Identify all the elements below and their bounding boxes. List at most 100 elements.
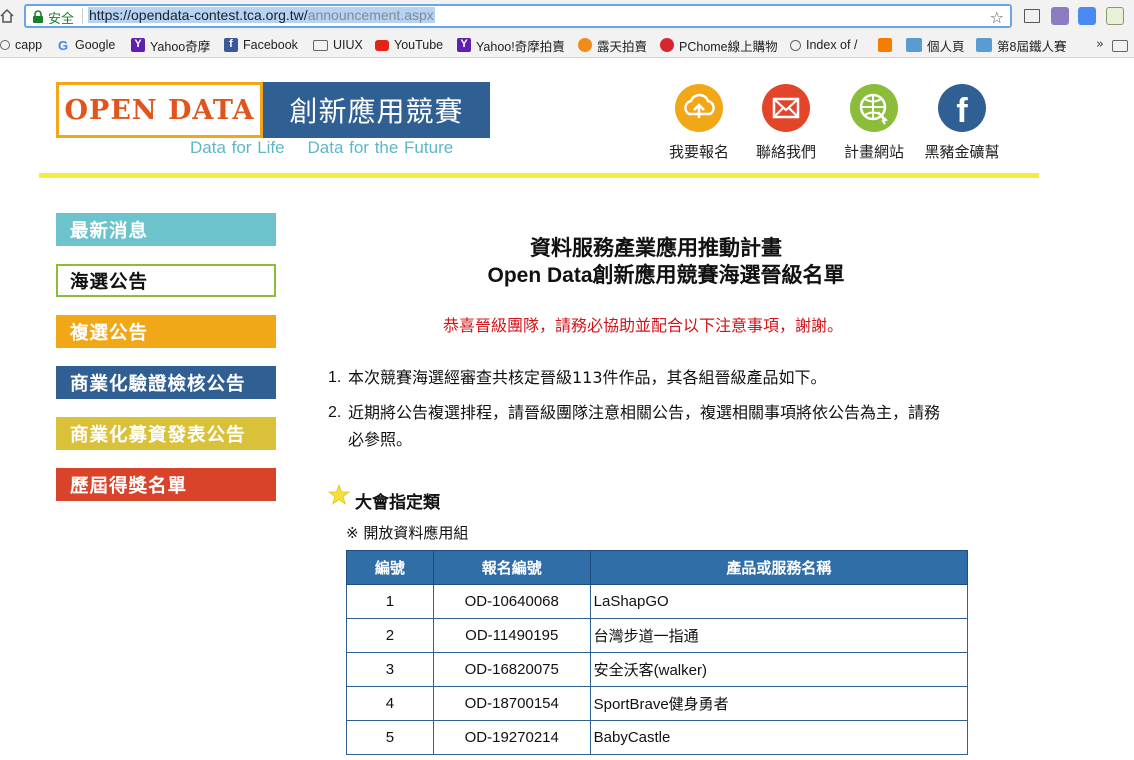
bookmark-star-icon[interactable]: ☆ [990, 8, 1004, 27]
table-row: 4 OD-18700154 SportBrave健身勇者 [346, 686, 969, 721]
star-icon [328, 484, 350, 506]
sidebar-item-label: 複選公告 [70, 322, 149, 344]
blogger-icon [878, 38, 892, 52]
facebook-fanpage-button[interactable]: f 黑豬金礦幫 [922, 84, 1002, 162]
cell-registration-id: OD-11490195 [432, 618, 591, 653]
bookmark-ruten[interactable]: 露天拍賣 [578, 36, 647, 54]
sidebar-item-label: 商業化驗證檢核公告 [70, 373, 246, 395]
bookmark-google[interactable]: G Google [58, 36, 115, 54]
bookmark-uiux[interactable]: UIUX [313, 36, 363, 54]
bookmark-label: Yahoo!奇摩拍賣 [476, 39, 565, 54]
facebook-icon: f [938, 84, 986, 132]
cell-registration-id: OD-16820075 [432, 652, 591, 687]
table-row: 1 OD-10640068 LaShapGO [346, 584, 969, 619]
logo-contest: 創新應用競賽 [263, 82, 490, 138]
bookmark-ironman[interactable]: 第8屆鐵人賽 [976, 36, 1066, 54]
cell-number: 4 [346, 686, 434, 721]
address-bar[interactable]: 安全 https://opendata-contest.tca.org.tw/a… [24, 4, 1012, 28]
bookmarks-bar: capp G Google Y Yahoo奇摩 f Facebook UIUX You… [0, 32, 1134, 58]
extension-note-icon[interactable] [1106, 7, 1124, 25]
extension-grid-icon[interactable] [1051, 7, 1069, 25]
project-site-button[interactable]: 計畫網站 [834, 84, 914, 162]
sidebar-item-semifinal[interactable]: 複選公告 [56, 315, 276, 348]
site-icon [906, 38, 922, 52]
bookmark-pchome[interactable]: PChome線上購物 [660, 36, 778, 54]
site-logo[interactable]: OPEN DATA 創新應用競賽 [56, 82, 490, 138]
fullscreen-icon[interactable] [1024, 9, 1040, 23]
contact-button[interactable]: 聯絡我們 [746, 84, 826, 162]
column-header-registration-id: 報名編號 [432, 550, 591, 585]
bookmark-label: 個人頁 [927, 39, 965, 54]
site-tagline: Data for Life Data for the Future [190, 138, 454, 157]
secure-label: 安全 [48, 11, 75, 26]
page-subtitle: Open Data創新應用競賽海選晉級名單 [487, 264, 845, 287]
sidebar-item-commercial-verification[interactable]: 商業化驗證檢核公告 [56, 366, 276, 399]
cell-registration-id: OD-10640068 [432, 584, 591, 619]
column-header-product-name: 產品或服務名稱 [589, 550, 969, 585]
bookmark-blogger[interactable] [878, 36, 897, 54]
list-item-text: 本次競賽海選經審查共核定晉級113件作品，其各組晉級產品如下。 [348, 368, 827, 387]
bookmark-label: 露天拍賣 [597, 39, 648, 54]
sidebar-item-label: 最新消息 [70, 220, 149, 242]
cell-product-name: 台灣步道一指通 [589, 618, 969, 653]
bookmark-youtube[interactable]: YouTube [375, 36, 443, 54]
bookmark-facebook[interactable]: f Facebook [224, 36, 298, 54]
table-header-row: 編號 報名編號 產品或服務名稱 [346, 550, 969, 585]
register-label: 我要報名 [668, 143, 729, 161]
home-icon[interactable] [0, 8, 14, 24]
bookmark-label: Facebook [243, 38, 298, 52]
google-icon: G [58, 38, 69, 53]
bookmarks-more-button[interactable]: » [1096, 37, 1104, 52]
sidebar-item-label: 商業化募資發表公告 [70, 424, 246, 446]
sidebar-item-label: 海選公告 [70, 271, 149, 293]
browser-toolbar: 安全 https://opendata-contest.tca.org.tw/a… [0, 0, 1134, 32]
other-bookmarks-folder-icon[interactable] [1112, 40, 1128, 52]
congrats-notice: 恭喜晉級團隊，請務必協助並配合以下注意事項，謝謝。 [442, 316, 843, 335]
url-path: announcement.aspx [307, 7, 434, 23]
url-host: https://opendata-contest.tca.org.tw/ [89, 7, 308, 23]
svg-text:f: f [956, 92, 968, 130]
bookmark-yahoo[interactable]: Y Yahoo奇摩 [131, 36, 210, 54]
bookmark-label: Google [75, 38, 116, 52]
bookmark-yahoo-auction[interactable]: Y Yahoo!奇摩拍賣 [457, 36, 565, 54]
url-text[interactable]: https://opendata-contest.tca.org.tw/anno… [88, 7, 435, 23]
category-subtitle: ※ 開放資料應用組 [346, 524, 469, 542]
url-divider [82, 8, 83, 24]
bookmark-label: UIUX [333, 38, 363, 52]
project-site-label: 計畫網站 [843, 143, 904, 161]
ruten-icon [578, 38, 592, 52]
pchome-icon [660, 38, 674, 52]
bookmark-label: Index of / [806, 38, 858, 52]
category-title: 大會指定類 [355, 493, 440, 513]
cell-number: 3 [346, 652, 434, 687]
header-divider [39, 173, 1039, 178]
finalists-table: 編號 報名編號 產品或服務名稱 1 OD-10640068 LaShapGO 2… [346, 550, 969, 755]
bookmark-personal[interactable]: 個人頁 [906, 36, 965, 54]
list-item: 2. 近期將公告複選排程，請晉級團隊注意相關公告，複選相關事項將依公告為主，請務… [328, 399, 948, 453]
sidebar-item-preliminary[interactable]: 海選公告 [56, 264, 276, 297]
mail-icon [762, 84, 810, 132]
table-row: 3 OD-16820075 安全沃客(walker) [346, 652, 969, 687]
yahoo-icon: Y [131, 38, 145, 52]
sidebar-item-crowdfunding[interactable]: 商業化募資發表公告 [56, 417, 276, 450]
bookmark-capp[interactable]: capp [0, 36, 42, 54]
page-title: 資料服務產業應用推動計畫 [530, 236, 782, 260]
list-item-number: 2. [328, 404, 342, 421]
bookmark-label: YouTube [394, 38, 444, 52]
cell-product-name: BabyCastle [589, 720, 969, 755]
globe-icon [0, 40, 10, 50]
bookmark-index[interactable]: Index of / [790, 36, 857, 54]
register-button[interactable]: 我要報名 [659, 84, 739, 162]
sidebar-item-label: 歷屆得獎名單 [70, 475, 188, 497]
sidebar-item-news[interactable]: 最新消息 [56, 213, 276, 246]
list-item-number: 1. [328, 369, 342, 386]
cell-registration-id: OD-19270214 [432, 720, 591, 755]
globe-icon [790, 39, 801, 51]
logo-left-text: OPEN DATA [64, 94, 255, 126]
facebook-icon: f [224, 38, 238, 52]
translate-icon[interactable] [1078, 7, 1096, 25]
bookmark-label: 第8屆鐵人賽 [997, 39, 1067, 54]
logo-right-text: 創新應用競賽 [289, 95, 464, 128]
sidebar-item-past-winners[interactable]: 歷屆得獎名單 [56, 468, 276, 501]
cell-number: 2 [346, 618, 434, 653]
